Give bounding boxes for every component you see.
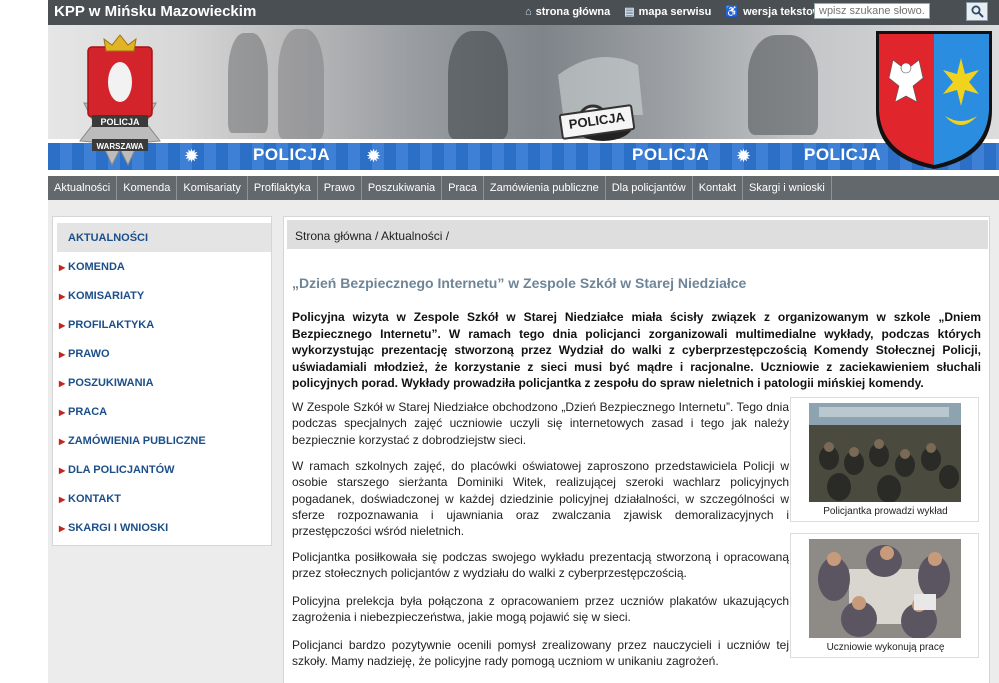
main-nav: Aktualności Komenda Komisariaty Profilak… (48, 176, 999, 200)
arrow-right-icon: ▶ (59, 291, 66, 301)
nav-item-prawo[interactable]: Prawo (318, 176, 362, 200)
sidebar-item-zamowienia[interactable]: ▶ ZAMÓWIENIA PUBLICZNE (57, 433, 267, 449)
home-link[interactable]: ⌂ strona główna (525, 5, 610, 18)
article-paragraph: Policyjna prelekcja była połączona z opr… (292, 594, 789, 625)
home-icon: ⌂ (525, 5, 532, 18)
police-star-icon: ✹ (736, 146, 752, 166)
sidebar-item-label: KOMENDA (68, 261, 125, 273)
accessibility-icon: ♿ (725, 6, 740, 18)
sidebar-item-label: SKARGI I WNIOSKI (68, 522, 169, 534)
sidebar-item-label: ZAMÓWIENIA PUBLICZNE (68, 435, 206, 447)
sitemap-link[interactable]: ▤ mapa serwisu (624, 5, 712, 19)
nav-item-komisariaty[interactable]: Komisariaty (177, 176, 248, 200)
students-photo (809, 539, 961, 638)
banner-photo-figure (228, 33, 268, 133)
sidebar-item-praca[interactable]: ▶ PRACA (57, 404, 267, 420)
logo-top-text: POLICJA (100, 117, 140, 127)
police-star-icon: ✹ (184, 146, 200, 166)
article-paragraph: Policjantka posiłkowała się podczas swoj… (292, 550, 789, 581)
text-version-link[interactable]: ♿ wersja tekstowa (725, 5, 827, 19)
nav-item-profilaktyka[interactable]: Profilaktyka (248, 176, 318, 200)
logo-bottom-text: WARSZAWA (96, 142, 143, 151)
sitemap-icon: ▤ (624, 6, 635, 18)
top-links: ⌂ strona główna ▤ mapa serwisu ♿ wersja … (525, 5, 827, 19)
arrow-right-icon: ▶ (59, 349, 66, 359)
arrow-right-icon: ▶ (59, 320, 66, 330)
article-paragraph: W ramach szkolnych zajęć, do placówki oś… (292, 459, 789, 539)
arrow-right-icon: ▶ (59, 378, 66, 388)
sidebar-item-label: KONTAKT (68, 493, 121, 505)
figure-caption: Uczniowie wykonują pracę (826, 642, 945, 653)
stripe-word: POLICJA (804, 145, 882, 164)
sidebar-item-label: PROFILAKTYKA (68, 319, 155, 331)
lecture-photo (809, 403, 961, 502)
sidebar-item-poszukiwania[interactable]: ▶ POSZUKIWANIA (57, 375, 267, 391)
sidebar-item-komenda[interactable]: ▶ KOMENDA (57, 259, 267, 275)
site-title[interactable]: KPP w Mińsku Mazowieckim (54, 3, 256, 20)
nav-item-zamowienia[interactable]: Zamówienia publiczne (484, 176, 606, 200)
sidebar-item-skargi[interactable]: ▶ SKARGI I WNIOSKI (57, 520, 267, 536)
sidebar-item-dla-policjantow[interactable]: ▶ DLA POLICJANTÓW (57, 462, 267, 478)
arrow-right-icon: ▶ (59, 436, 66, 446)
banner-photo-figure (748, 35, 818, 135)
stripe-word: POLICJA (632, 145, 710, 164)
nav-item-dla-policjantow[interactable]: Dla policjantów (606, 176, 693, 200)
sidebar-item-label: POSZUKIWANIA (68, 377, 154, 389)
coat-of-arms (876, 31, 992, 169)
article-panel: Strona główna / Aktualności / „Dzień Bez… (283, 216, 990, 683)
sidebar-active-label: AKTUALNOŚCI (68, 232, 149, 244)
stripe-word: POLICJA (253, 145, 331, 164)
arrow-right-icon: ▶ (59, 523, 66, 533)
search-input[interactable] (814, 3, 930, 19)
arrow-right-icon: ▶ (59, 407, 66, 417)
top-bar: KPP w Mińsku Mazowieckim ⌂ strona główna… (48, 0, 999, 25)
sidebar: AKTUALNOŚCI ▶ KOMENDA ▶ KOMISARIATY ▶ PROFI… (52, 216, 272, 546)
nav-item-komenda[interactable]: Komenda (117, 176, 178, 200)
breadcrumb: Strona główna / Aktualności / (287, 220, 988, 249)
police-logo[interactable]: POLICJA WARSZAWA (72, 27, 168, 173)
figure-caption: Policjantka prowadzi wykład (823, 506, 948, 517)
article-lead: Policyjna wizyta w Zespole Szkół w Stare… (292, 310, 981, 390)
banner-photo-children (448, 31, 508, 139)
nav-item-poszukiwania[interactable]: Poszukiwania (362, 176, 443, 200)
article-paragraph: W Zespole Szkół w Starej Niedziałce obch… (292, 400, 789, 447)
banner-photo-figure (278, 29, 324, 139)
sidebar-item-aktualnosci[interactable]: AKTUALNOŚCI (57, 223, 271, 252)
header-banner: ✹ POLICJA ✹ POLICJA ✹ POLICJA POLICJA PO… (48, 25, 999, 176)
article-paragraph: Policjanci bardzo pozytywnie ocenili pom… (292, 638, 789, 669)
left-gutter (0, 0, 48, 683)
sidebar-item-label: KOMISARIATY (68, 290, 145, 302)
nav-item-praca[interactable]: Praca (442, 176, 484, 200)
search-button[interactable] (966, 2, 988, 21)
sidebar-item-label: DLA POLICJANTÓW (68, 464, 175, 476)
sidebar-item-label: PRAWO (68, 348, 110, 360)
arrow-right-icon: ▶ (59, 262, 66, 272)
nav-item-aktualnosci[interactable]: Aktualności (48, 176, 118, 200)
figure-lecture[interactable]: Policjantka prowadzi wykład (790, 397, 979, 522)
sidebar-item-komisariaty[interactable]: ▶ KOMISARIATY (57, 288, 267, 304)
home-link-label: strona główna (535, 5, 611, 18)
police-star-icon: ✹ (366, 146, 382, 166)
sidebar-item-prawo[interactable]: ▶ PRAWO (57, 346, 267, 362)
sidebar-item-profilaktyka[interactable]: ▶ PROFILAKTYKA (57, 317, 267, 333)
page: KPP w Mińsku Mazowieckim ⌂ strona główna… (48, 0, 999, 683)
arrow-right-icon: ▶ (59, 494, 66, 504)
nav-item-kontakt[interactable]: Kontakt (693, 176, 744, 200)
sidebar-item-label: PRACA (68, 406, 108, 418)
sidebar-item-kontakt[interactable]: ▶ KONTAKT (57, 491, 267, 507)
figure-students[interactable]: Uczniowie wykonują pracę (790, 533, 979, 658)
arrow-right-icon: ▶ (59, 465, 66, 475)
sitemap-link-label: mapa serwisu (638, 5, 712, 18)
search-icon (971, 5, 984, 18)
breadcrumb-text[interactable]: Strona główna / Aktualności / (295, 229, 449, 243)
article-title: „Dzień Bezpiecznego Internetu” w Zespole… (292, 275, 747, 291)
nav-item-skargi[interactable]: Skargi i wnioski (743, 176, 832, 200)
